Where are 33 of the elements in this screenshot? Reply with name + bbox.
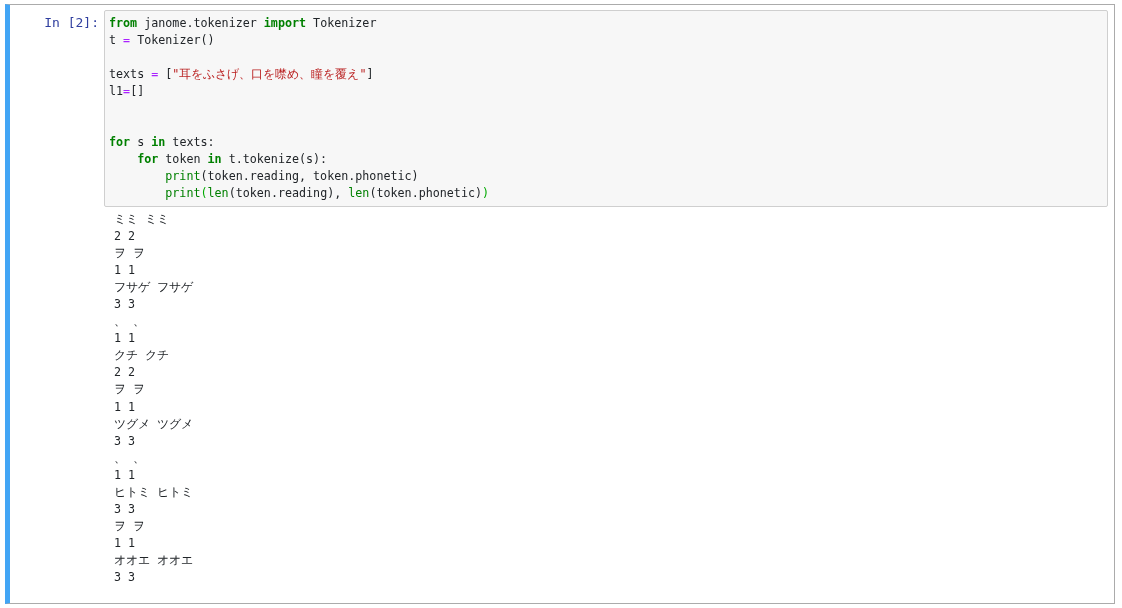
output-line: ヲ ヲ: [114, 517, 147, 535]
code-line: for s in texts:: [109, 134, 216, 151]
output-line: 3 3: [114, 569, 137, 586]
input-prompt: In [2]:: [43, 14, 100, 32]
output-line: 3 3: [114, 296, 137, 314]
output-line: クチ クチ: [114, 347, 171, 365]
output-line: 1 1: [114, 466, 137, 484]
code-line: texts = ["耳をふさげ、口を噤め、瞳を覆え"]: [109, 66, 375, 83]
code-line: print(len(token.reading), len(token.phonetic)): [164, 185, 491, 202]
output-line: 2 2: [114, 228, 137, 246]
output-line: 1 1: [114, 534, 137, 552]
output-line: オオエ オオエ: [114, 551, 195, 569]
output-line: フサゲ フサゲ: [114, 279, 195, 297]
code-editor[interactable]: [104, 10, 1108, 207]
output-line: 1 1: [114, 330, 137, 348]
output-line: ミミ ミミ: [114, 211, 171, 228]
output-line: ヲ ヲ: [114, 381, 147, 399]
code-line: print(token.reading, token.phonetic): [164, 168, 420, 185]
code-line: t = Tokenizer(): [109, 32, 216, 49]
output-line: 3 3: [114, 432, 137, 450]
output-line: 1 1: [114, 398, 137, 416]
output-line: 3 3: [114, 500, 137, 518]
output-line: ヲ ヲ: [114, 245, 147, 263]
code-line: from janome.tokenizer import Tokenizer: [109, 15, 378, 32]
output-line: 2 2: [114, 364, 137, 382]
output-line: 、 、: [114, 449, 147, 467]
output-line: 1 1: [114, 262, 137, 280]
output-line: ツグメ ツグメ: [114, 415, 195, 433]
notebook-cell[interactable]: [5, 4, 1115, 604]
output-line: 、 、: [114, 313, 147, 331]
output-line: ヒトミ ヒトミ: [114, 483, 195, 501]
code-line: l1=[]: [109, 83, 146, 100]
code-line: for token in t.tokenize(s):: [136, 151, 329, 168]
